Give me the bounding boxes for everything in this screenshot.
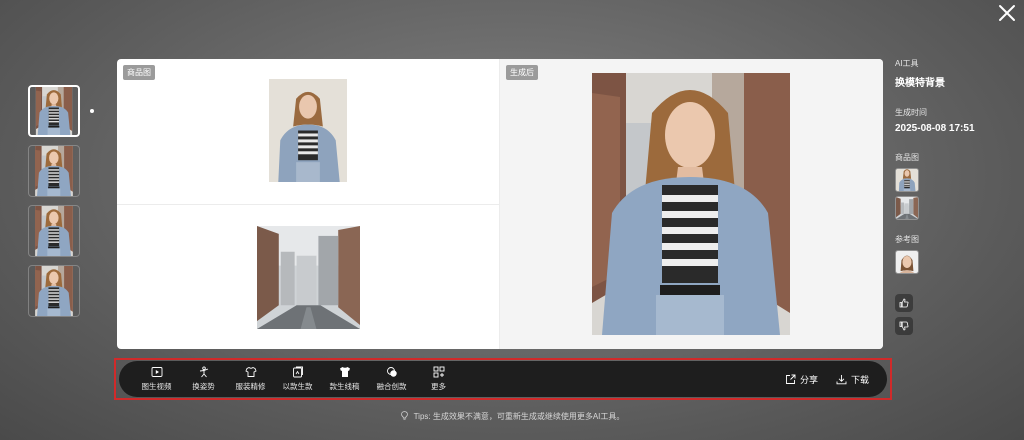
download-button[interactable]: 下载 <box>836 373 869 386</box>
feedback-group <box>895 294 915 340</box>
reference-images-label: 参考图 <box>895 235 919 244</box>
close-icon <box>999 5 1015 21</box>
product-image-tag: 商品图 <box>123 65 155 80</box>
tool-line-draft-button[interactable]: 款生线稿 <box>321 366 368 392</box>
active-indicator-dot <box>90 109 94 113</box>
more-grid-icon <box>433 366 444 378</box>
share-label: 分享 <box>799 374 818 385</box>
history-thumbnail-strip <box>28 85 82 325</box>
generated-result-image[interactable] <box>592 73 790 335</box>
tool-style-to-style-button[interactable]: 以款生款 <box>274 366 321 392</box>
history-thumbnail-2[interactable] <box>28 145 80 197</box>
tool-clothing-refine-button[interactable]: 服装精修 <box>227 366 274 392</box>
share-icon <box>786 374 796 384</box>
toolbar-actions: 分享 下载 <box>785 373 869 386</box>
clothing-refine-icon <box>244 366 257 377</box>
lightbulb-icon <box>400 411 408 420</box>
history-thumbnail-1[interactable] <box>28 85 80 137</box>
info-panel: AI工具 换模特背景 生成时间 2025-08-08 17:51 商品图 参考图 <box>895 58 1005 278</box>
tool-label: 换姿势 <box>192 382 215 391</box>
product-mini-thumbnail-1[interactable] <box>895 168 919 192</box>
tool-label: 以款生款 <box>282 382 313 391</box>
tool-label: 融合创款 <box>376 382 407 391</box>
fusion-icon <box>386 367 397 377</box>
action-toolbar: 图生视频 换姿势 服装精修 以款生款 款生线稿 融合创款 更多 分享 下载 <box>119 361 887 397</box>
video-play-icon <box>151 367 162 377</box>
product-image-section: 商品图 <box>117 59 499 205</box>
close-button[interactable] <box>996 2 1018 24</box>
product-image[interactable] <box>269 79 347 182</box>
tips-text: Tips: 生成效果不满意，可重新生成或继续使用更多AI工具。 <box>413 412 625 421</box>
thumbs-down-icon <box>899 321 909 331</box>
background-reference-image[interactable] <box>257 226 360 329</box>
time-label: 生成时间 <box>895 108 927 117</box>
style-generate-icon <box>292 366 303 378</box>
download-label: 下载 <box>850 374 869 385</box>
product-images-list <box>895 168 1005 220</box>
tool-more-button[interactable]: 更多 <box>415 366 462 392</box>
history-thumbnail-4[interactable] <box>28 265 80 317</box>
tool-label: AI工具 <box>895 59 919 68</box>
tool-label: 款生线稿 <box>329 382 360 391</box>
history-thumbnail-3[interactable] <box>28 205 80 257</box>
time-value: 2025-08-08 17:51 <box>895 123 975 134</box>
tool-image-to-video-button[interactable]: 图生视频 <box>133 366 180 392</box>
line-draft-icon <box>339 367 350 377</box>
tool-name: 换模特背景 <box>895 78 945 89</box>
product-mini-thumbnail-2[interactable] <box>895 196 919 220</box>
result-pane: 生成后 <box>500 59 883 349</box>
tool-change-pose-button[interactable]: 换姿势 <box>180 366 227 392</box>
ai-tools-group: 图生视频 换姿势 服装精修 以款生款 款生线稿 融合创款 更多 <box>133 366 462 392</box>
thumbs-up-button[interactable] <box>895 294 913 312</box>
thumbs-up-icon <box>899 298 909 308</box>
tool-label: 服装精修 <box>235 382 266 391</box>
tool-label: 更多 <box>431 382 446 391</box>
pose-icon <box>199 366 208 378</box>
product-images-label: 商品图 <box>895 153 919 162</box>
thumbs-down-button[interactable] <box>895 317 913 335</box>
share-button[interactable]: 分享 <box>785 373 818 386</box>
reference-mini-thumbnail[interactable] <box>895 250 919 274</box>
tool-fusion-create-button[interactable]: 融合创款 <box>368 366 415 392</box>
input-pane: 商品图 <box>117 59 500 349</box>
tips-bar: Tips: 生成效果不满意，可重新生成或继续使用更多AI工具。 <box>0 411 1024 422</box>
download-icon <box>836 374 847 384</box>
result-tag: 生成后 <box>506 65 538 80</box>
reference-image-section <box>117 205 499 349</box>
tool-label: 图生视频 <box>141 382 172 391</box>
comparison-canvas: 商品图 生成后 <box>117 59 883 349</box>
